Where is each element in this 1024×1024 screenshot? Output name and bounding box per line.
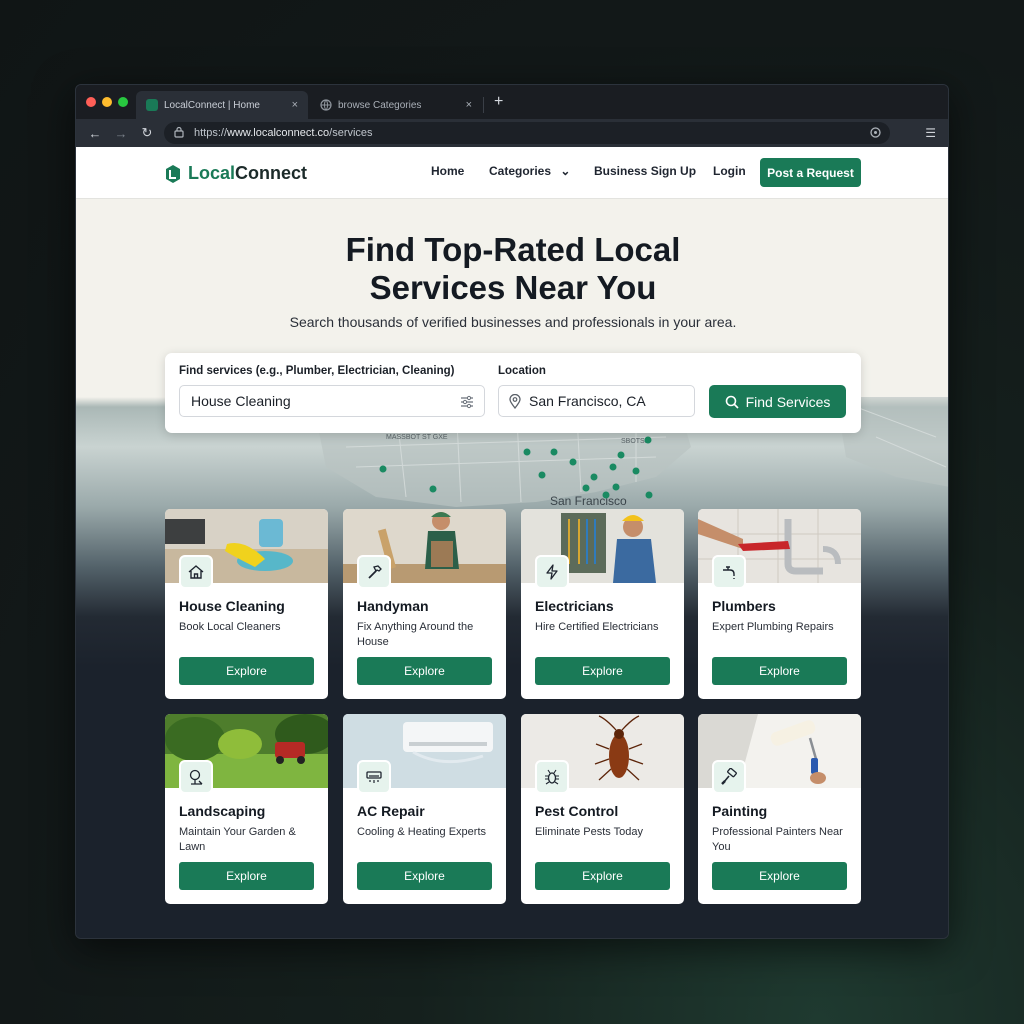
- tab-bar: LocalConnect | Home × browse Categories …: [76, 85, 948, 119]
- category-card-ac-repair[interactable]: AC Repair Cooling & Heating Experts Expl…: [343, 714, 506, 904]
- tab-divider: [483, 97, 484, 113]
- url-scheme: https://: [194, 127, 228, 139]
- logo-text-accent: Local: [188, 163, 236, 183]
- hero-subtitle: Search thousands of verified businesses …: [289, 314, 737, 330]
- category-title: Landscaping: [179, 803, 266, 819]
- hero-title-line1: Find Top-Rated Local: [345, 231, 681, 268]
- site-settings-icon[interactable]: [869, 126, 882, 142]
- minimize-window-button[interactable]: [102, 97, 112, 107]
- nav-home[interactable]: Home: [431, 164, 464, 178]
- lock-icon: [174, 126, 188, 141]
- logo-mark-icon: [166, 164, 180, 183]
- reload-icon[interactable]: ↻: [134, 125, 160, 141]
- nav-categories-label: Categories: [489, 164, 552, 178]
- category-title: Electricians: [535, 598, 614, 614]
- close-window-button[interactable]: [86, 97, 96, 107]
- explore-button[interactable]: Explore: [712, 862, 847, 890]
- url-host: www.localconnect.co: [227, 127, 330, 139]
- bug-icon: [535, 760, 569, 794]
- category-description: Cooling & Heating Experts: [357, 826, 487, 838]
- location-value: San Francisco, CA: [529, 393, 646, 409]
- explore-button[interactable]: Explore: [357, 862, 492, 890]
- category-description: Eliminate Pests Today: [535, 826, 644, 838]
- category-title: House Cleaning: [179, 598, 285, 614]
- chevron-down-icon: ⌄: [560, 164, 571, 178]
- air-conditioner-icon: [357, 760, 391, 794]
- category-title: Handyman: [357, 598, 429, 614]
- hammer-icon: [357, 555, 391, 589]
- map-street-label: MASSBOT ST GXE: [386, 434, 448, 441]
- search-panel: Find services (e.g., Plumber, Electricia…: [165, 353, 861, 433]
- browser-window: LocalConnect | Home × browse Categories …: [75, 84, 949, 939]
- explore-button[interactable]: Explore: [712, 657, 847, 685]
- category-description: Professional Painters Near You: [712, 826, 843, 853]
- tab-browse-categories[interactable]: browse Categories ×: [310, 91, 482, 119]
- find-services-label: Find Services: [745, 393, 831, 410]
- filter-sliders-icon[interactable]: [460, 395, 474, 412]
- category-card-pest-control[interactable]: Pest Control Eliminate Pests Today Explo…: [521, 714, 684, 904]
- tree-icon: [179, 760, 213, 794]
- window-controls: [86, 97, 128, 107]
- nav-categories[interactable]: Categories ⌄: [489, 164, 570, 178]
- explore-button[interactable]: Explore: [179, 657, 314, 685]
- category-card-handyman[interactable]: Handyman Fix Anything Around the House E…: [343, 509, 506, 699]
- map-pin-icon: [509, 393, 521, 409]
- tab-localconnect-home[interactable]: LocalConnect | Home ×: [136, 91, 308, 119]
- tab-label: browse Categories: [338, 99, 422, 111]
- webpage: Local Connect Home Categories ⌄ Business …: [76, 147, 948, 938]
- logo-text: Connect: [235, 163, 308, 183]
- faucet-icon: [712, 555, 746, 589]
- browser-menu-icon[interactable]: ☰: [925, 126, 936, 140]
- category-description: Hire Certified Electricians: [535, 621, 659, 633]
- category-card-house-cleaning[interactable]: House Cleaning Book Local Cleaners Explo…: [165, 509, 328, 699]
- category-card-landscaping[interactable]: Landscaping Maintain Your Garden & Lawn …: [165, 714, 328, 904]
- service-search-input[interactable]: House Cleaning: [179, 385, 485, 417]
- hero-title-line2: Services Near You: [369, 269, 657, 306]
- back-arrow-icon[interactable]: ←: [82, 126, 108, 141]
- site-logo[interactable]: Local Connect: [164, 163, 307, 184]
- category-title: Plumbers: [712, 598, 776, 614]
- map-city-label: San Francisco: [550, 494, 627, 508]
- category-title: AC Repair: [357, 803, 425, 819]
- service-search-label: Find services (e.g., Plumber, Electricia…: [179, 365, 455, 377]
- location-label: Location: [498, 365, 546, 377]
- category-title: Painting: [712, 803, 768, 819]
- forward-arrow-icon[interactable]: →: [108, 126, 134, 141]
- category-card-plumbers[interactable]: Plumbers Expert Plumbing Repairs Explore: [698, 509, 861, 699]
- new-tab-button[interactable]: +: [494, 94, 503, 110]
- globe-icon: [320, 99, 332, 111]
- lightning-icon: [535, 555, 569, 589]
- find-services-button[interactable]: Find Services: [709, 385, 846, 418]
- maximize-window-button[interactable]: [118, 97, 128, 107]
- category-title: Pest Control: [535, 803, 619, 819]
- category-description: Maintain Your Garden & Lawn: [179, 826, 296, 853]
- tab-close-icon[interactable]: ×: [292, 99, 298, 111]
- localconnect-favicon-icon: [146, 99, 158, 111]
- url-bar[interactable]: https://www.localconnect.co/services: [164, 122, 890, 144]
- address-toolbar: ← → ↻ https://www.localconnect.co/servic…: [76, 119, 948, 147]
- category-card-painting[interactable]: Painting Professional Painters Near You …: [698, 714, 861, 904]
- url-path: /services: [329, 127, 373, 139]
- explore-button[interactable]: Explore: [179, 862, 314, 890]
- explore-button[interactable]: Explore: [535, 862, 670, 890]
- category-card-electricians[interactable]: Electricians Hire Certified Electricians…: [521, 509, 684, 699]
- hero-title: Find Top-Rated Local Services Near You: [76, 231, 948, 307]
- tab-label: LocalConnect | Home: [164, 99, 260, 111]
- site-header: Local Connect Home Categories ⌄ Business …: [76, 147, 948, 199]
- nav-business-sign-up[interactable]: Business Sign Up: [594, 164, 696, 178]
- house-icon: [179, 555, 213, 589]
- category-description: Book Local Cleaners: [179, 621, 281, 633]
- category-description: Expert Plumbing Repairs: [712, 621, 834, 633]
- nav-login[interactable]: Login: [713, 164, 746, 178]
- explore-button[interactable]: Explore: [535, 657, 670, 685]
- service-search-value: House Cleaning: [191, 393, 291, 409]
- category-description: Fix Anything Around the House: [357, 621, 474, 648]
- location-input[interactable]: San Francisco, CA: [498, 385, 695, 417]
- explore-button[interactable]: Explore: [357, 657, 492, 685]
- tab-close-icon[interactable]: ×: [466, 99, 472, 111]
- search-icon: [725, 395, 739, 409]
- paint-roller-icon: [712, 760, 746, 794]
- post-request-button[interactable]: Post a Request: [760, 158, 861, 187]
